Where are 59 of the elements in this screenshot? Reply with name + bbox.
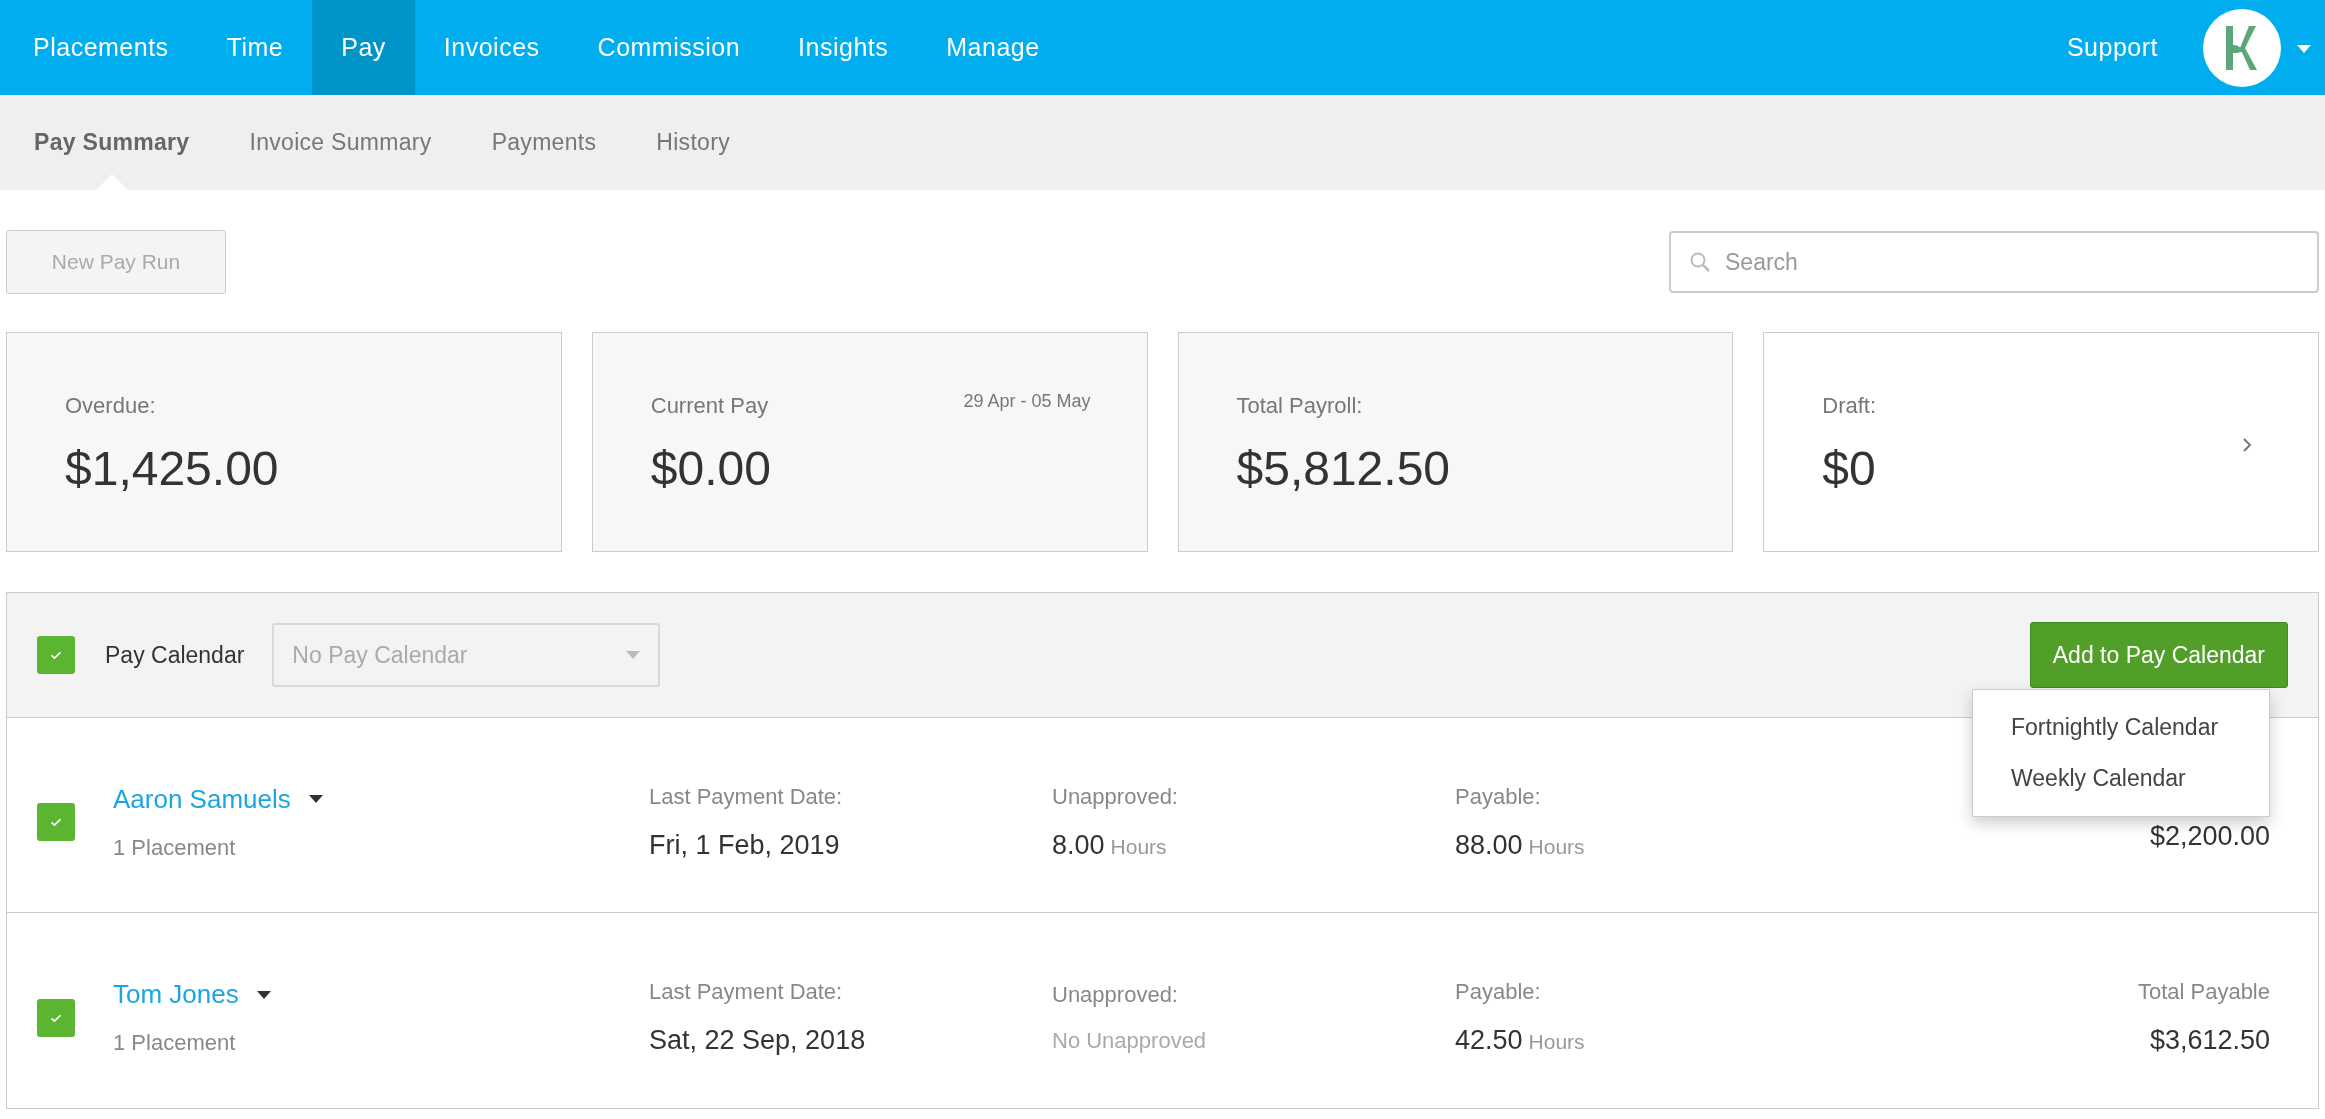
support-link[interactable]: Support	[2066, 33, 2158, 62]
nav-item[interactable]: Time	[197, 0, 313, 95]
card-amount: $0	[1822, 441, 1876, 496]
total-payable: $2,200.00	[2149, 821, 2270, 852]
payable-value: 88.00	[1455, 829, 1523, 860]
card-label: Draft:	[1822, 393, 1877, 419]
payable-value: 42.50	[1455, 1025, 1523, 1055]
menu-item[interactable]: Weekly Calendar	[1973, 753, 2269, 804]
search-field[interactable]: Search	[1669, 231, 2319, 293]
field-label: Payable:	[1455, 783, 1541, 810]
card-amount: $5,812.50	[1236, 441, 1451, 496]
nav-item[interactable]: Pay	[312, 0, 415, 95]
unapproved-value: No Unapproved	[1052, 1027, 1207, 1054]
field-label: Unapproved:	[1052, 981, 1178, 1008]
search-icon	[1689, 251, 1711, 273]
unit-label: Hours	[1110, 834, 1167, 858]
total-payable: $3,612.50	[2149, 1025, 2270, 1056]
last-payment-date: Fri, 1 Feb, 2019	[649, 829, 840, 861]
card-label: Overdue:	[65, 393, 156, 419]
placement-count: 1 Placement	[113, 1030, 236, 1056]
checkbox[interactable]	[37, 998, 75, 1037]
tab[interactable]: Payments	[461, 95, 627, 190]
add-to-pay-calendar-button[interactable]: Add to Pay Calendar	[2029, 622, 2288, 688]
nav-item[interactable]: Placements	[4, 0, 198, 95]
nav-item[interactable]: Insights	[769, 0, 918, 95]
unapproved-value: 8.00	[1052, 829, 1105, 860]
placement-count: 1 Placement	[113, 834, 236, 861]
card-label: Current Pay	[650, 393, 769, 419]
tab[interactable]: Pay Summary	[4, 95, 220, 190]
pay-calendar-select[interactable]: No Pay Calendar	[272, 623, 661, 687]
card-amount: $0.00	[650, 441, 771, 496]
card-label: Total Payroll:	[1236, 393, 1363, 419]
tab[interactable]: History	[626, 95, 760, 190]
caret-icon	[2297, 44, 2311, 53]
caret-icon	[256, 990, 271, 999]
card-amount: $1,425.00	[65, 441, 279, 496]
employee-name-link[interactable]: Aaron Samuels	[113, 783, 291, 815]
field-label: Last Payment Date:	[649, 979, 843, 1005]
pay-calendar-label: Pay Calendar	[105, 641, 245, 669]
tab[interactable]: Invoice Summary	[219, 95, 462, 190]
menu-item[interactable]: Fortnightly Calendar	[1973, 702, 2269, 753]
date-range: 29 Apr - 05 May	[963, 391, 1091, 412]
nav-item[interactable]: Invoices	[414, 0, 569, 95]
unit-label: Hours	[1528, 1030, 1585, 1053]
field-label: Last Payment Date:	[649, 783, 843, 810]
checkbox[interactable]	[37, 803, 75, 841]
nav-item[interactable]: Manage	[917, 0, 1069, 95]
summary-card[interactable]: Draft: $0	[1763, 332, 2319, 552]
last-payment-date: Sat, 22 Sep, 2018	[649, 1025, 866, 1056]
nav-item[interactable]: Commission	[568, 0, 770, 95]
employee-name-link[interactable]: Tom Jones	[113, 979, 239, 1010]
chevron-right-icon	[2242, 437, 2252, 453]
checkbox[interactable]	[37, 636, 75, 674]
field-label: Payable:	[1455, 979, 1541, 1005]
field-label: Unapproved:	[1052, 783, 1178, 810]
field-label: Total Payable	[2137, 979, 2270, 1005]
unit-label: Hours	[1528, 834, 1585, 858]
caret-icon	[626, 651, 641, 659]
caret-icon	[308, 795, 323, 803]
